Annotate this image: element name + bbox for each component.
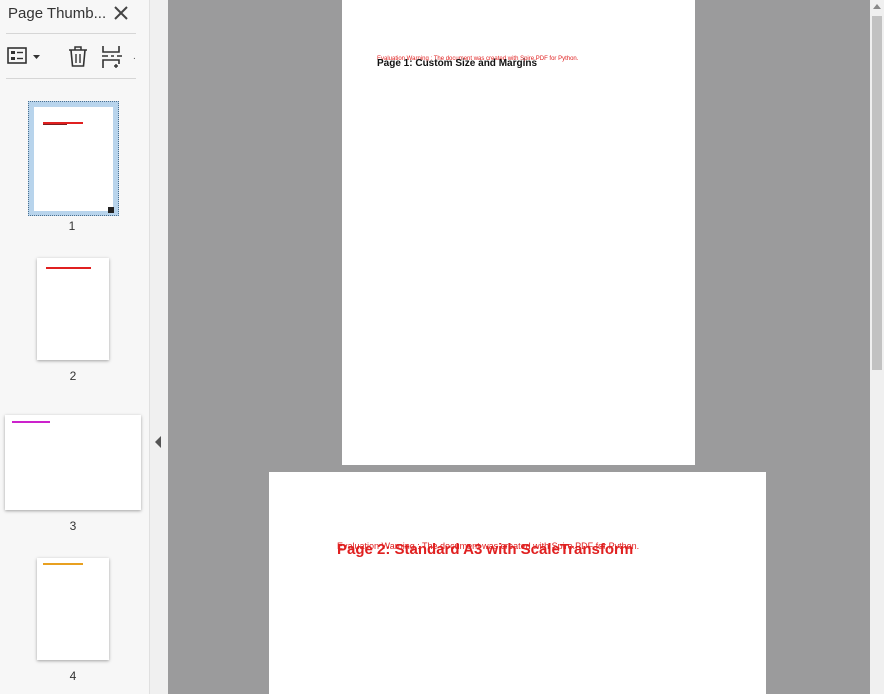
document-page-2: Evaluation Warning : The document was cr…: [269, 472, 766, 694]
vertical-scrollbar[interactable]: [870, 0, 884, 694]
thumbnail-mark: [46, 267, 91, 269]
scroll-up-arrow-icon[interactable]: [873, 4, 881, 9]
insert-page-icon[interactable]: [100, 44, 124, 70]
collapse-panel-arrow-icon[interactable]: [155, 436, 161, 448]
thumbnail-number-3: 3: [69, 519, 77, 533]
thumbnail-page-1-image: [34, 107, 113, 211]
thumbnail-page-3[interactable]: [5, 415, 141, 510]
thumbnail-resize-handle[interactable]: [108, 207, 114, 213]
thumbnail-number-1: 1: [68, 219, 76, 233]
scrollbar-thumb[interactable]: [872, 16, 882, 370]
close-icon[interactable]: [111, 3, 131, 23]
toolbar-overflow[interactable]: .: [133, 52, 139, 62]
thumbnail-number-2: 2: [69, 369, 77, 383]
document-view[interactable]: Evaluation Warning : The document was cr…: [168, 0, 870, 694]
thumbnail-number-4: 4: [69, 669, 77, 683]
document-page-1: Evaluation Warning : The document was cr…: [342, 0, 695, 465]
thumbnail-page-4-image: [37, 558, 109, 660]
thumbnail-page-4[interactable]: [37, 558, 109, 660]
thumbnail-mark: [12, 421, 50, 423]
panel-title: Page Thumb...: [8, 5, 107, 22]
thumbnail-page-2-image: [37, 258, 109, 360]
toolbar-divider-top: [6, 33, 136, 34]
thumbnail-page-3-image: [5, 415, 141, 510]
trash-icon[interactable]: [66, 44, 90, 70]
thumbnail-mark: [43, 563, 83, 565]
page-heading: Page 2: Standard A3 with ScaleTransform: [337, 541, 634, 558]
toolbar-divider-bottom: [6, 78, 136, 79]
page-thumbnails-panel: Page Thumb... . 1 2 3 4: [0, 0, 149, 694]
thumbnail-options-icon[interactable]: [6, 45, 46, 69]
thumbnail-page-1[interactable]: [34, 107, 113, 211]
page-heading: Page 1: Custom Size and Margins: [377, 58, 538, 69]
thumbnail-page-2[interactable]: [37, 258, 109, 360]
panel-splitter[interactable]: [150, 0, 168, 694]
thumbnail-mark: [43, 124, 67, 125]
